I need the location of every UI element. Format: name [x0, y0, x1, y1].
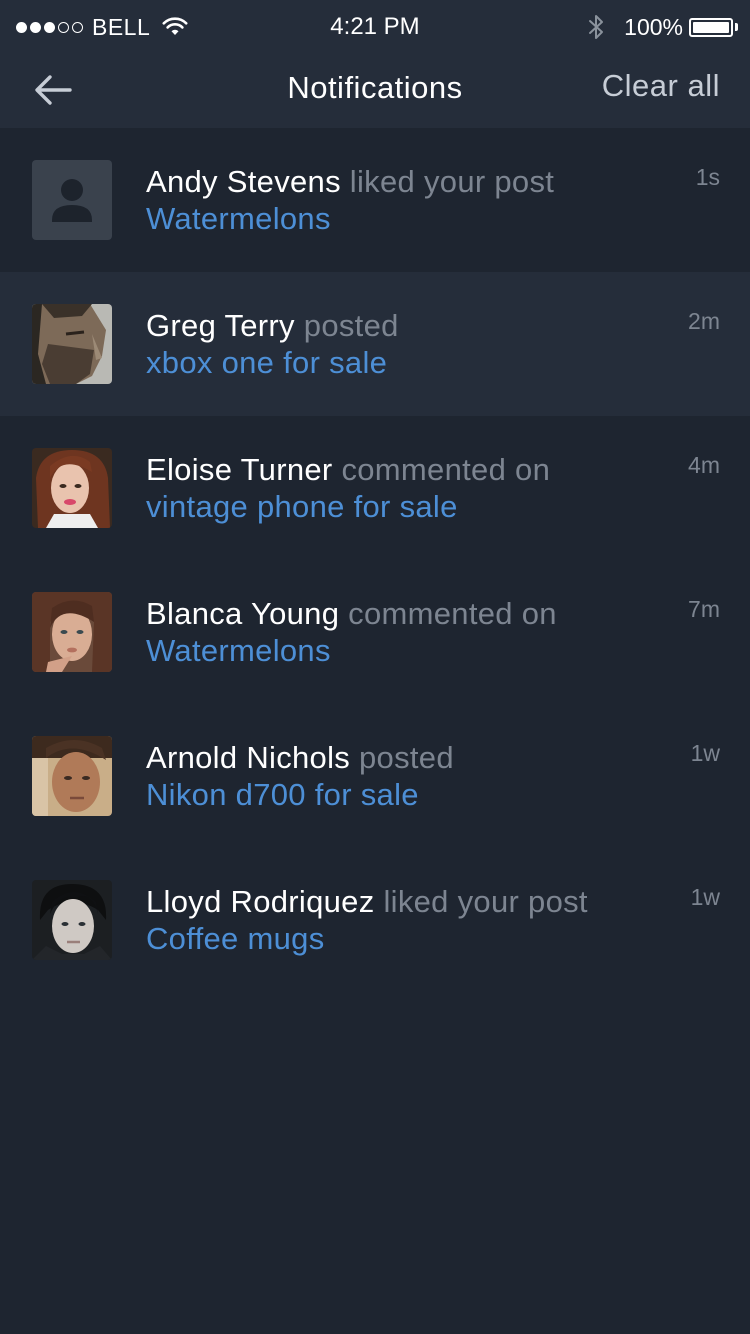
user-name[interactable]: Arnold Nichols: [146, 740, 350, 775]
notification-time: 2m: [688, 308, 720, 334]
notification-text: Blanca Young commented on: [146, 594, 557, 634]
avatar[interactable]: [32, 592, 112, 672]
clear-all-button[interactable]: Clear all: [602, 66, 720, 106]
battery-fill: [693, 21, 729, 33]
notification-time: 7m: [688, 596, 720, 622]
notifications-screen: BELL 4:21 PM 100% Notifications Clear al…: [0, 0, 750, 1334]
notification-time: 4m: [688, 452, 720, 478]
notification-row[interactable]: Eloise Turner commented on vintage phone…: [0, 416, 750, 560]
user-name[interactable]: Blanca Young: [146, 596, 339, 631]
post-link[interactable]: vintage phone for sale: [146, 487, 458, 527]
notification-text: Greg Terry posted: [146, 306, 399, 346]
notification-time: 1w: [690, 740, 720, 766]
battery-tip: [735, 23, 738, 31]
avatar-photo: [32, 880, 112, 960]
avatar[interactable]: [32, 448, 112, 528]
notification-time: 1w: [690, 884, 720, 910]
avatar-photo: [32, 736, 112, 816]
post-link[interactable]: Coffee mugs: [146, 919, 325, 959]
user-name[interactable]: Lloyd Rodriquez: [146, 884, 375, 919]
bluetooth-icon: [589, 15, 604, 39]
avatar[interactable]: [32, 880, 112, 960]
notification-row[interactable]: Lloyd Rodriquez liked your post Coffee m…: [0, 848, 750, 992]
post-link[interactable]: Watermelons: [146, 631, 331, 671]
notification-action: commented on: [332, 452, 551, 487]
post-link[interactable]: Watermelons: [146, 199, 331, 239]
avatar-photo: [32, 448, 112, 528]
notification-list: Andy Stevens liked your post Watermelons…: [0, 128, 750, 992]
notification-text: Lloyd Rodriquez liked your post: [146, 882, 588, 922]
notification-row[interactable]: Arnold Nichols posted Nikon d700 for sal…: [0, 704, 750, 848]
status-bar: BELL 4:21 PM 100%: [0, 0, 750, 54]
user-placeholder-icon: [32, 160, 112, 240]
notification-text: Arnold Nichols posted: [146, 738, 454, 778]
status-right: 100%: [586, 12, 738, 42]
notification-row[interactable]: Greg Terry posted xbox one for sale 2m: [0, 272, 750, 416]
user-name[interactable]: Greg Terry: [146, 308, 295, 343]
notification-text: Eloise Turner commented on: [146, 450, 550, 490]
post-link[interactable]: xbox one for sale: [146, 343, 387, 383]
navigation-bar: Notifications Clear all: [0, 54, 750, 128]
notification-action: liked your post: [374, 884, 588, 919]
avatar-photo: [32, 592, 112, 672]
notification-action: liked your post: [340, 164, 555, 199]
user-name[interactable]: Eloise Turner: [146, 452, 333, 487]
avatar[interactable]: [32, 736, 112, 816]
avatar[interactable]: [32, 304, 112, 384]
user-name[interactable]: Andy Stevens: [146, 164, 341, 199]
post-link[interactable]: Nikon d700 for sale: [146, 775, 419, 815]
notification-row[interactable]: Blanca Young commented on Watermelons 7m: [0, 560, 750, 704]
battery-icon: [689, 17, 733, 37]
battery-percent: 100%: [624, 13, 683, 40]
notification-action: commented on: [339, 596, 557, 631]
notification-action: posted: [294, 308, 399, 343]
avatar-placeholder[interactable]: [32, 160, 112, 240]
avatar-photo: [32, 304, 112, 384]
notification-row[interactable]: Andy Stevens liked your post Watermelons…: [0, 128, 750, 272]
notification-action: posted: [350, 740, 454, 775]
notification-text: Andy Stevens liked your post: [146, 162, 554, 202]
notification-time: 1s: [695, 164, 720, 190]
